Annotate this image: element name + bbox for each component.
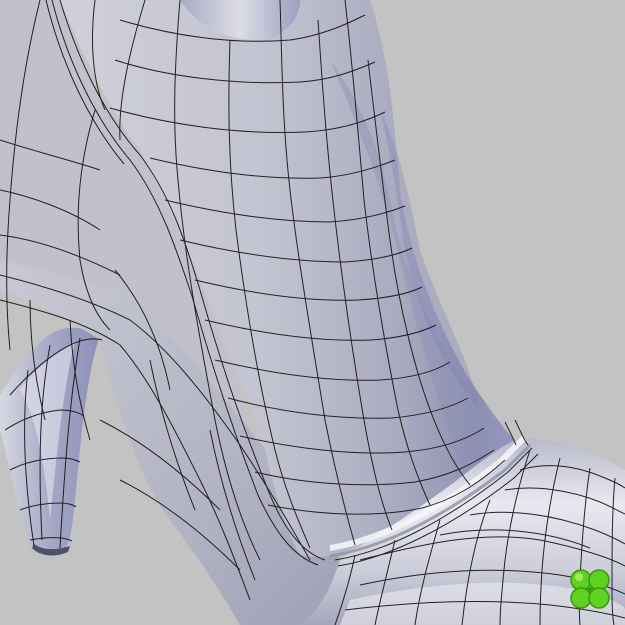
3d-viewport[interactable] [0, 0, 625, 625]
four-leaf-clover-icon [570, 569, 610, 609]
clover-logo [570, 569, 610, 609]
clover-leaf [588, 569, 610, 591]
